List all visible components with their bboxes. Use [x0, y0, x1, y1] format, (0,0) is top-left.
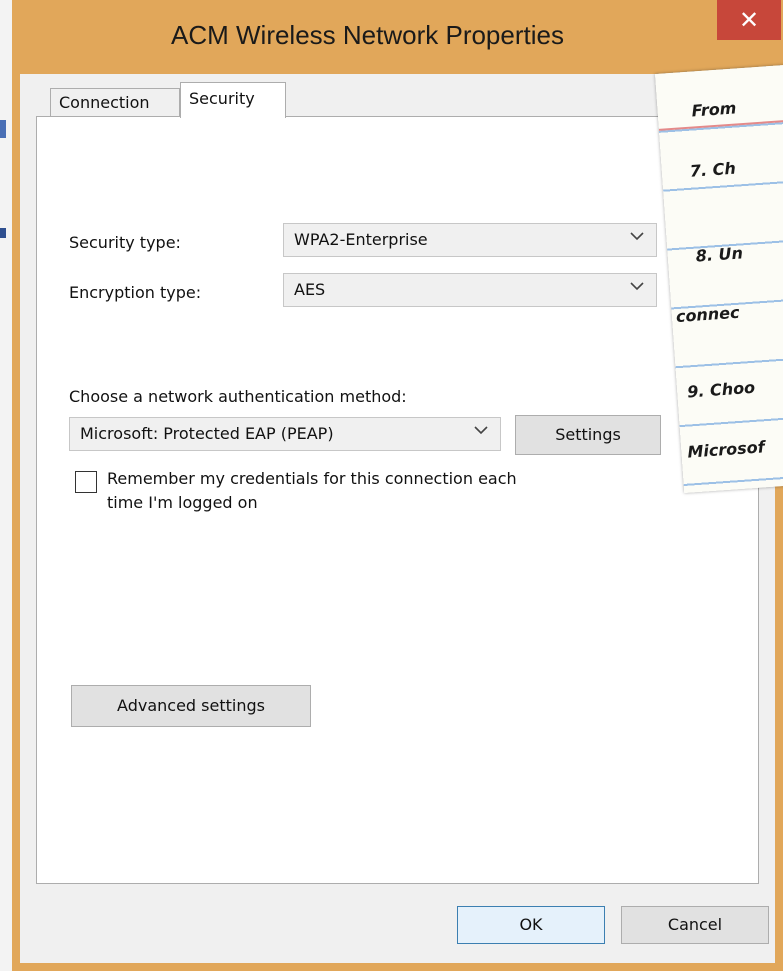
encryption-type-value: AES — [294, 280, 326, 299]
security-type-label: Security type: — [69, 233, 181, 252]
auth-method-label: Choose a network authentication method: — [69, 387, 407, 406]
remember-credentials-checkbox[interactable] — [75, 471, 97, 493]
dialog-client-area: Connection Security Security type: WPA2-… — [20, 74, 775, 963]
chevron-down-icon — [630, 279, 644, 295]
cancel-button[interactable]: Cancel — [621, 906, 769, 944]
desktop-icon-fragment — [0, 228, 6, 238]
notebook-text-line: 7. Ch — [689, 158, 737, 181]
close-icon: ✕ — [738, 6, 760, 34]
encryption-type-label: Encryption type: — [69, 283, 202, 302]
notebook-text-line: Microsof — [686, 437, 766, 462]
window-title: ACM Wireless Network Properties — [171, 20, 564, 50]
security-type-value: WPA2-Enterprise — [294, 230, 428, 249]
desktop-background — [0, 0, 12, 971]
encryption-type-dropdown[interactable]: AES — [283, 273, 657, 307]
close-button[interactable]: ✕ — [717, 0, 781, 40]
settings-button[interactable]: Settings — [515, 415, 661, 455]
notebook-margin-line — [658, 117, 783, 131]
tab-security[interactable]: Security — [180, 82, 286, 118]
remember-credentials-label-line2: time I'm logged on — [107, 493, 258, 512]
security-tab-panel: Security type: WPA2-Enterprise Encryptio… — [36, 116, 759, 884]
remember-credentials-label-line1: Remember my credentials for this connect… — [107, 469, 517, 488]
notebook-text-line: connec — [675, 302, 741, 327]
tab-connection[interactable]: Connection — [50, 88, 180, 116]
desktop-icon-fragment — [0, 120, 6, 138]
chevron-down-icon — [630, 229, 644, 245]
notebook-text-line: 8. Un — [695, 243, 744, 266]
chevron-down-icon — [474, 423, 488, 439]
auth-method-dropdown[interactable]: Microsoft: Protected EAP (PEAP) — [69, 417, 501, 451]
security-type-dropdown[interactable]: WPA2-Enterprise — [283, 223, 657, 257]
notebook-text-line: 9. Choo — [686, 377, 756, 402]
advanced-settings-button[interactable]: Advanced settings — [71, 685, 311, 727]
notebook-text-line: From — [691, 98, 737, 121]
auth-method-value: Microsoft: Protected EAP (PEAP) — [80, 424, 334, 443]
ok-button[interactable]: OK — [457, 906, 605, 944]
title-bar[interactable]: ACM Wireless Network Properties ✕ — [12, 0, 783, 74]
